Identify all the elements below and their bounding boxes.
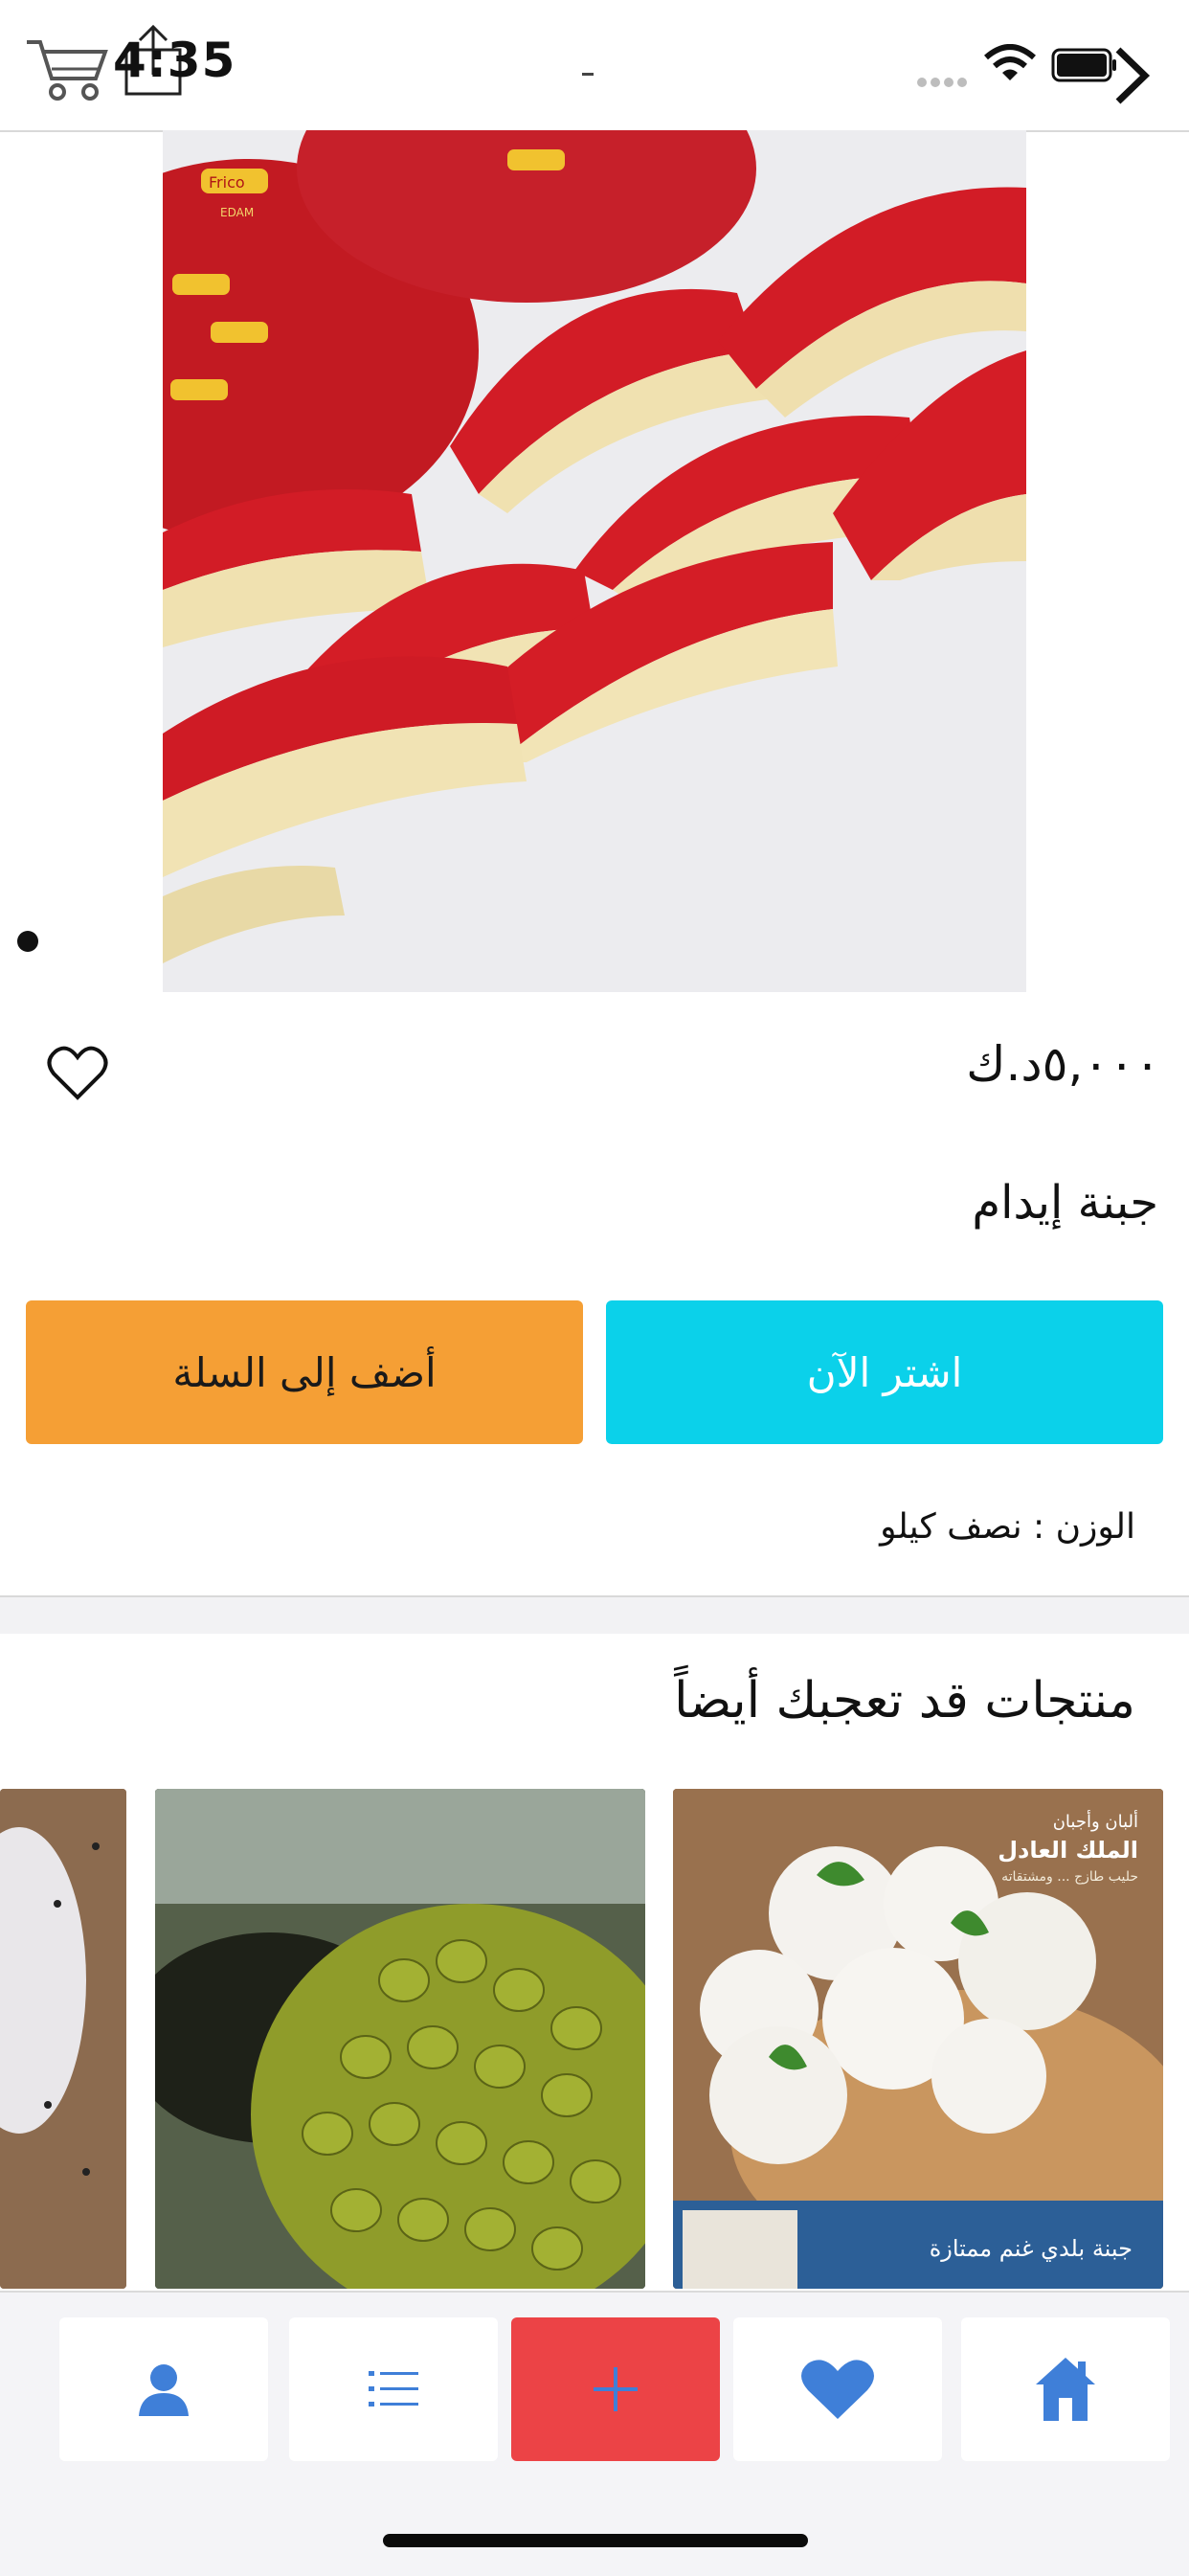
related-products-title: منتجات قد تعجبك أيضاً: [674, 1672, 1135, 1729]
mozzarella-balls-image: ألبان وأجبان الملك العادل حليب طازج ... …: [673, 1789, 1163, 2289]
product-weight: الوزن : نصف كيلو: [880, 1507, 1135, 1547]
nav-home-button[interactable]: [961, 2317, 1170, 2461]
buy-now-label: اشتر الآن: [806, 1348, 963, 1396]
nav-profile-button[interactable]: [59, 2317, 268, 2461]
heart-icon: [801, 2360, 874, 2419]
svg-text:ألبان وأجبان: ألبان وأجبان: [1053, 1810, 1138, 1832]
signal-icon: [917, 73, 971, 91]
svg-text:Frico: Frico: [209, 173, 245, 192]
list-icon: [369, 2371, 418, 2407]
cheese-partial-image: [0, 1789, 126, 2289]
product-price: ٥,٠٠٠د.ك: [966, 1036, 1160, 1092]
wifi-icon: [984, 44, 1036, 80]
green-olives-image: [155, 1789, 645, 2289]
related-product-card[interactable]: ألبان وأجبان الملك العادل حليب طازج ... …: [673, 1789, 1163, 2289]
product-name: جبنة إيدام: [972, 1176, 1158, 1230]
battery-icon: [1051, 48, 1116, 82]
chevron-right-icon[interactable]: [1110, 44, 1153, 107]
nav-favorites-button[interactable]: [733, 2317, 942, 2461]
image-pager-dot[interactable]: [17, 931, 38, 952]
heart-outline-icon[interactable]: [46, 1044, 109, 1101]
cart-icon[interactable]: [23, 29, 109, 105]
user-icon: [139, 2364, 189, 2416]
related-product-card[interactable]: [155, 1789, 645, 2289]
product-image: Frico EDAM: [163, 130, 1026, 992]
home-icon: [1036, 2358, 1095, 2421]
add-to-cart-button[interactable]: أضف إلى السلة: [26, 1300, 583, 1444]
svg-text:حليب طازج ... ومشتقاته: حليب طازج ... ومشتقاته: [1001, 1869, 1138, 1885]
nav-list-button[interactable]: [289, 2317, 498, 2461]
buy-now-button[interactable]: اشتر الآن: [606, 1300, 1163, 1444]
status-dash: [582, 73, 594, 76]
related-product-card[interactable]: [0, 1789, 126, 2289]
svg-text:جبنة بلدي غنم ممتازة: جبنة بلدي غنم ممتازة: [930, 2235, 1133, 2262]
status-time: 4:35: [113, 33, 236, 88]
svg-text:الملك العادل: الملك العادل: [998, 1837, 1138, 1864]
svg-text:EDAM: EDAM: [220, 206, 254, 219]
plus-icon: [594, 2367, 638, 2411]
nav-add-button[interactable]: [511, 2317, 720, 2461]
add-to-cart-label: أضف إلى السلة: [172, 1348, 437, 1396]
section-spacer: [0, 1597, 1189, 1634]
home-indicator: [383, 2534, 808, 2547]
